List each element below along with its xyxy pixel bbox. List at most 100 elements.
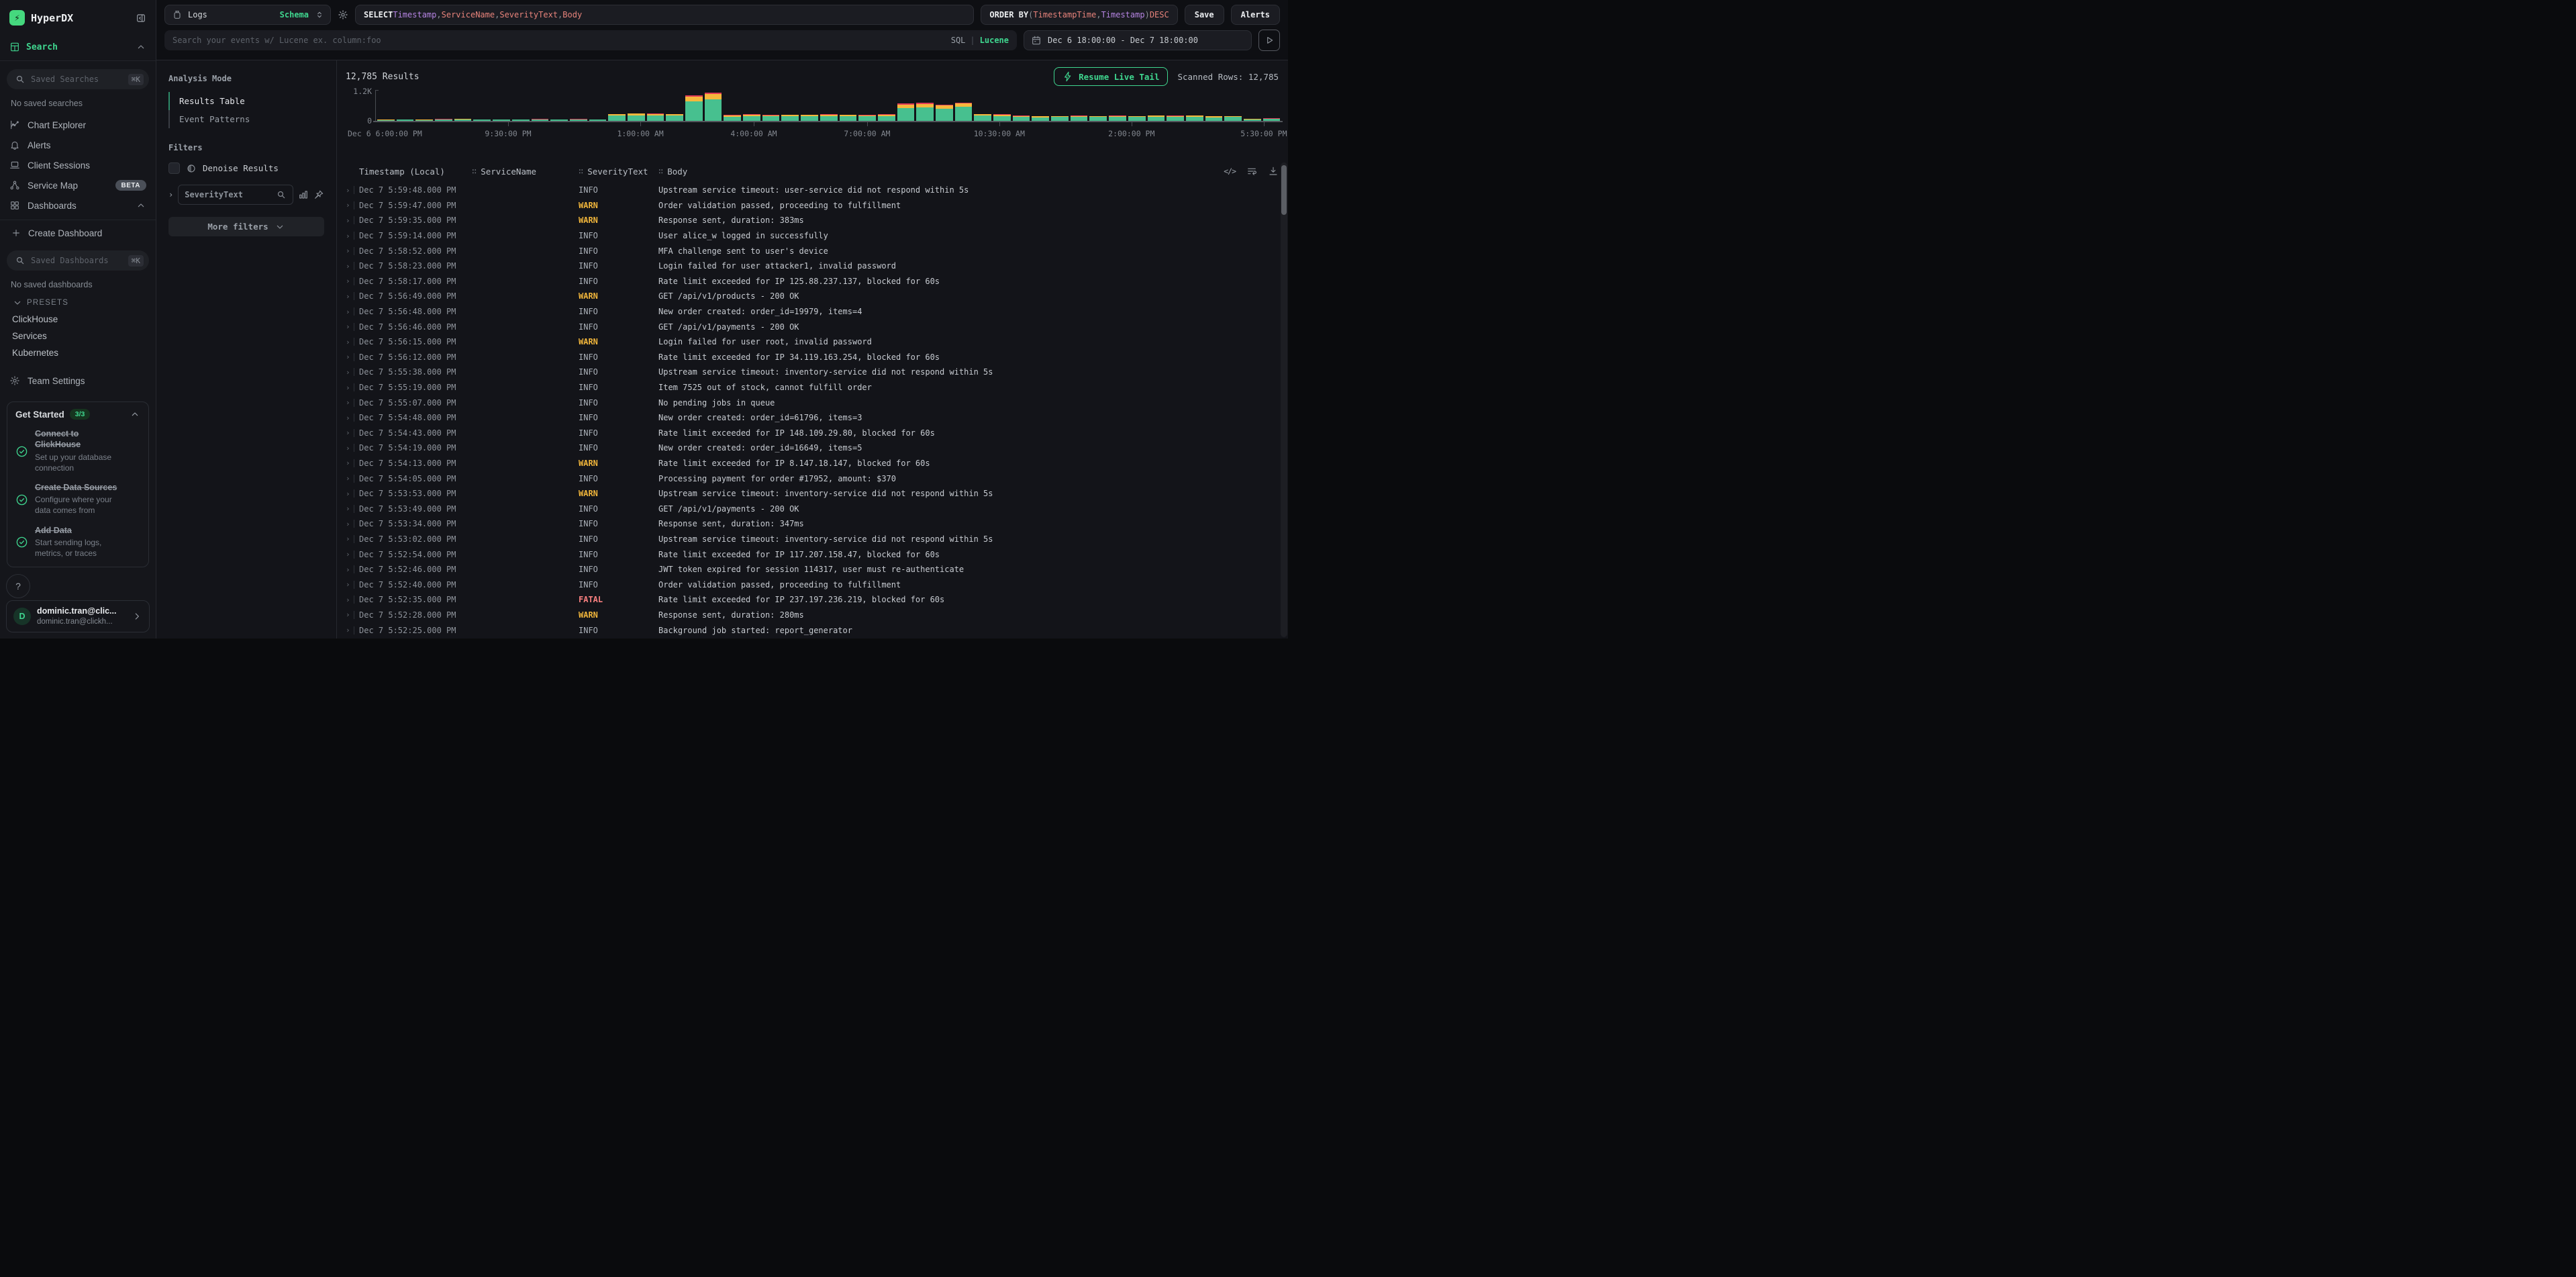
chevron-up-icon[interactable] xyxy=(136,200,146,211)
histogram-bar[interactable] xyxy=(993,114,1011,121)
table-row[interactable]: › Dec 7 5:52:28.000 PM WARN Response sen… xyxy=(346,608,1279,623)
get-started-item[interactable]: Connect to ClickHouse Set up your databa… xyxy=(15,428,140,473)
column-header-severitytext[interactable]: ∷ SeverityText xyxy=(579,167,658,177)
create-dashboard-button[interactable]: Create Dashboard xyxy=(0,220,156,242)
expand-row-icon[interactable]: › xyxy=(346,626,354,634)
expand-row-icon[interactable]: › xyxy=(346,520,354,528)
histogram-bar[interactable] xyxy=(1205,116,1223,121)
date-range-picker[interactable]: Dec 6 18:00:00 - Dec 7 18:00:00 xyxy=(1024,30,1252,50)
histogram-bar[interactable] xyxy=(974,114,991,121)
expand-row-icon[interactable]: › xyxy=(346,308,354,316)
query-settings-gear-icon[interactable] xyxy=(338,9,348,20)
histogram-bar[interactable] xyxy=(840,115,857,121)
histogram-bar[interactable] xyxy=(1051,116,1069,121)
expand-row-icon[interactable]: › xyxy=(346,262,354,271)
histogram-bar[interactable] xyxy=(1032,116,1049,121)
language-toggle[interactable]: SQL | Lucene xyxy=(951,36,1009,45)
table-row[interactable]: › Dec 7 5:59:47.000 PM WARN Order valida… xyxy=(346,198,1279,214)
table-row[interactable]: › Dec 7 5:58:23.000 PM INFO Login failed… xyxy=(346,258,1279,274)
expand-row-icon[interactable]: › xyxy=(346,444,354,453)
expand-row-icon[interactable]: › xyxy=(346,352,354,361)
histogram-bar[interactable] xyxy=(801,115,818,121)
saved-dashboards-input[interactable]: Saved Dashboards ⌘K xyxy=(7,250,149,271)
alerts-button[interactable]: Alerts xyxy=(1231,5,1280,25)
more-filters-button[interactable]: More filters xyxy=(168,217,324,236)
table-row[interactable]: › Dec 7 5:58:52.000 PM INFO MFA challeng… xyxy=(346,243,1279,258)
table-row[interactable]: › Dec 7 5:56:49.000 PM WARN GET /api/v1/… xyxy=(346,289,1279,304)
histogram-bar[interactable] xyxy=(916,103,934,121)
table-row[interactable]: › Dec 7 5:54:05.000 PM INFO Processing p… xyxy=(346,471,1279,486)
expand-row-icon[interactable]: › xyxy=(346,474,354,483)
histogram-bar[interactable] xyxy=(1109,115,1126,121)
lucene-toggle[interactable]: Lucene xyxy=(980,36,1009,45)
sidebar-item-chart-explorer[interactable]: Chart Explorer xyxy=(0,115,156,135)
histogram-bar[interactable] xyxy=(1167,115,1184,121)
expand-row-icon[interactable]: › xyxy=(346,489,354,498)
get-started-item[interactable]: Add Data Start sending logs, metrics, or… xyxy=(15,525,140,559)
table-row[interactable]: › Dec 7 5:53:49.000 PM INFO GET /api/v1/… xyxy=(346,501,1279,516)
histogram-bar[interactable] xyxy=(878,114,895,121)
get-started-item[interactable]: Create Data Sources Configure where your… xyxy=(15,482,140,516)
expand-severity-icon[interactable]: › xyxy=(168,190,173,199)
histogram-bar[interactable] xyxy=(1186,115,1203,121)
expand-row-icon[interactable]: › xyxy=(346,277,354,285)
histogram-bar[interactable] xyxy=(936,105,953,121)
table-row[interactable]: › Dec 7 5:54:48.000 PM INFO New order cr… xyxy=(346,410,1279,426)
severity-filter-search[interactable]: SeverityText xyxy=(178,185,293,205)
expand-row-icon[interactable]: › xyxy=(346,246,354,255)
select-query-input[interactable]: SELECT Timestamp,ServiceName,SeverityTex… xyxy=(355,5,974,25)
sidebar-item-service-map[interactable]: Service MapBETA xyxy=(0,175,156,195)
column-header-timestamp[interactable]: Timestamp (Local) xyxy=(359,167,472,177)
get-started-header[interactable]: Get Started 3/3 xyxy=(15,409,140,420)
sidebar-item-alerts[interactable]: Alerts xyxy=(0,135,156,155)
expand-row-icon[interactable]: › xyxy=(346,414,354,422)
expand-row-icon[interactable]: › xyxy=(346,428,354,437)
table-row[interactable]: › Dec 7 5:52:40.000 PM INFO Order valida… xyxy=(346,577,1279,592)
resume-live-tail-button[interactable]: Resume Live Tail xyxy=(1054,67,1168,86)
expand-row-icon[interactable]: › xyxy=(346,322,354,331)
histogram-bar[interactable] xyxy=(781,115,799,121)
expand-row-icon[interactable]: › xyxy=(346,565,354,574)
wrap-lines-icon[interactable] xyxy=(1246,166,1257,177)
table-row[interactable]: › Dec 7 5:56:12.000 PM INFO Rate limit e… xyxy=(346,350,1279,365)
scrollbar-thumb[interactable] xyxy=(1281,165,1287,215)
histogram-bar[interactable] xyxy=(1089,116,1107,121)
download-icon[interactable] xyxy=(1268,166,1279,177)
histogram-bar[interactable] xyxy=(858,115,876,121)
run-query-button[interactable] xyxy=(1258,30,1280,51)
sql-toggle[interactable]: SQL xyxy=(951,36,966,45)
expand-row-icon[interactable]: › xyxy=(346,186,354,195)
histogram-bar[interactable] xyxy=(1224,116,1242,121)
table-row[interactable]: › Dec 7 5:54:43.000 PM INFO Rate limit e… xyxy=(346,426,1279,441)
chevron-up-icon[interactable] xyxy=(136,42,146,52)
chevron-up-icon[interactable] xyxy=(130,409,140,420)
table-row[interactable]: › Dec 7 5:56:48.000 PM INFO New order cr… xyxy=(346,304,1279,320)
histogram-bar[interactable] xyxy=(1148,115,1165,121)
table-row[interactable]: › Dec 7 5:53:34.000 PM INFO Response sen… xyxy=(346,516,1279,532)
collapse-sidebar-icon[interactable] xyxy=(136,13,146,23)
table-row[interactable]: › Dec 7 5:54:19.000 PM INFO New order cr… xyxy=(346,440,1279,456)
table-row[interactable]: › Dec 7 5:56:15.000 PM WARN Login failed… xyxy=(346,334,1279,350)
table-row[interactable]: › Dec 7 5:52:25.000 PM INFO Background j… xyxy=(346,622,1279,638)
expand-row-icon[interactable]: › xyxy=(346,383,354,392)
histogram-bar[interactable] xyxy=(705,93,722,121)
histogram-bar[interactable] xyxy=(762,115,780,121)
drag-handle-icon[interactable]: ∷ xyxy=(579,167,583,176)
denoise-checkbox[interactable] xyxy=(168,162,180,174)
expand-row-icon[interactable]: › xyxy=(346,368,354,377)
order-by-input[interactable]: ORDER BY (TimestampTime, Timestamp) DESC xyxy=(981,5,1177,25)
pin-icon[interactable] xyxy=(313,189,324,200)
sidebar-item-search[interactable]: Search xyxy=(0,31,156,61)
table-row[interactable]: › Dec 7 5:53:53.000 PM WARN Upstream ser… xyxy=(346,486,1279,502)
histogram-bar[interactable] xyxy=(685,95,703,121)
analysis-mode-results-table[interactable]: Results Table xyxy=(168,92,324,110)
table-row[interactable]: › Dec 7 5:58:17.000 PM INFO Rate limit e… xyxy=(346,274,1279,289)
table-row[interactable]: › Dec 7 5:52:46.000 PM INFO JWT token ex… xyxy=(346,562,1279,577)
expand-row-icon[interactable]: › xyxy=(346,504,354,513)
table-row[interactable]: › Dec 7 5:52:54.000 PM INFO Rate limit e… xyxy=(346,547,1279,562)
column-header-body[interactable]: ∷ Body xyxy=(658,167,1224,177)
histogram-bar[interactable] xyxy=(1071,115,1088,121)
table-row[interactable]: › Dec 7 5:59:14.000 PM INFO User alice_w… xyxy=(346,228,1279,244)
expand-row-icon[interactable]: › xyxy=(346,550,354,559)
histogram-bar[interactable] xyxy=(1128,116,1146,121)
